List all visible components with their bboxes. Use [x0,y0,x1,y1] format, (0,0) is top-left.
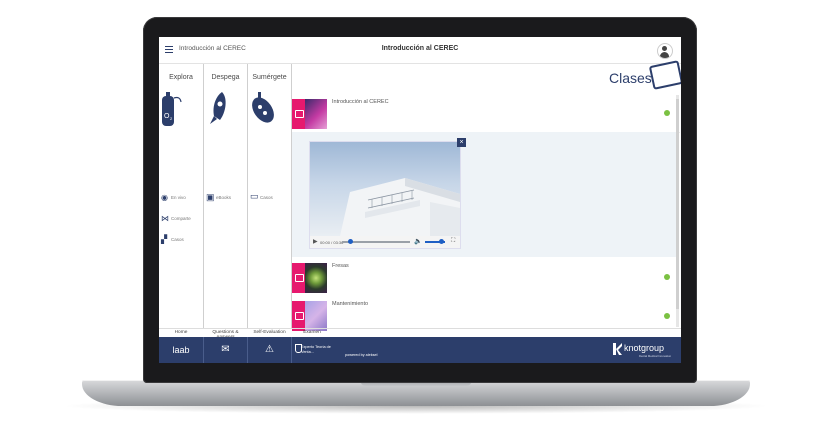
knotgroup-logo-icon [613,343,622,355]
top-bar: Introducción al CEREC Introducción al CE… [159,37,681,64]
school-name-line2: Venta... [301,349,314,354]
column-title-sumergete[interactable]: Sumérgete [248,74,291,81]
scrollbar[interactable] [676,95,679,327]
cases-icon: ▞ [161,235,168,244]
laab-logo: laab [172,345,190,355]
rocket-icon [210,92,226,124]
volume-icon[interactable]: 🔈 [414,237,422,245]
status-dot [664,274,670,280]
lesson-row[interactable]: Mantenimiento [292,296,680,331]
video-lesson-icon [292,99,305,129]
seek-bar[interactable] [342,239,410,245]
seek-knob[interactable] [347,239,353,245]
column-item-comparte[interactable]: Comparte [171,216,191,221]
submarine-icon [252,92,274,123]
tab-examen[interactable]: Examen [292,330,332,335]
lesson-title[interactable]: Fresas [332,263,349,269]
video-player[interactable]: ▶ 00:00 / 03:36 🔈 ⛶ [310,142,460,248]
section-heading: Clases [609,70,652,86]
column-sumergete: Sumérgete ▭ Casos [248,64,292,328]
self-evaluation-button[interactable]: ⚠ [248,337,292,363]
qa-button[interactable]: ✉ [204,337,248,363]
column-item-ebooks[interactable]: eBooks [216,195,231,200]
ebook-icon: ▣ [206,192,215,202]
column-explora: Explora O 2 ◉ En vivo ⋈ Comparte ▞ Casos [159,64,204,328]
app-screen: Introducción al CEREC Introducción al CE… [159,37,681,363]
video-time: 00:00 / 03:36 [320,239,344,245]
user-avatar-icon[interactable] [657,43,673,59]
page-title: Introducción al CEREC [381,45,459,52]
oxygen-tank-icon: O 2 [162,92,182,126]
tab-self-evaluation[interactable]: Self-Evaluation [248,330,291,335]
powered-by: powered by aleksel [345,353,378,357]
video-lesson-icon [292,263,305,293]
play-icon[interactable]: ▶ [313,238,318,245]
column-item-en-vivo[interactable]: En vivo [171,195,186,200]
lesson-row[interactable]: Introducción al CEREC [292,94,680,133]
monitor-icon: ▭ [250,191,259,201]
status-dot [664,110,670,116]
fullscreen-icon[interactable]: ⛶ [451,238,455,245]
volume-knob[interactable] [438,239,444,245]
lesson-title[interactable]: Introducción al CEREC [332,99,389,105]
lesson-thumbnail [305,99,327,129]
lesson-title[interactable]: Mantenimiento [332,301,368,307]
video-controls: ▶ 00:00 / 03:36 🔈 ⛶ [310,236,460,248]
status-dot [664,313,670,319]
bottom-tab-labels: Home Questions & Answers Self-Evaluation… [159,328,681,340]
partner-tagline: Dental Medical Innovation [639,354,672,358]
close-video-button[interactable]: × [457,138,466,147]
envelope-icon: ✉ [221,344,230,355]
tab-home[interactable]: Home [159,330,203,335]
partner-logo: knotgroup [624,343,665,353]
volume-slider[interactable] [425,239,445,245]
home-button[interactable]: laab [159,337,204,363]
lesson-row[interactable]: Fresas [292,258,680,297]
school-name[interactable]: Experto Teoría de Venta... [301,345,331,354]
lesson-thumbnail [305,301,327,331]
video-frame [310,142,460,236]
live-icon: ◉ [161,193,168,202]
monitor-icon [648,60,681,90]
building-image [340,178,460,236]
footer-bar: laab ✉ ⚠ Experto Teoría de Venta... powe… [159,337,681,363]
column-item-casos[interactable]: Casos [171,237,184,242]
lesson-thumbnail [305,263,327,293]
column-despega: Despega ▣ eBooks [204,64,248,328]
video-lesson-icon [292,301,305,331]
column-title-explora[interactable]: Explora [159,74,203,81]
warning-icon: ⚠ [265,344,274,355]
column-item-casos[interactable]: Casos [260,195,273,200]
video-panel: ▶ 00:00 / 03:36 🔈 ⛶ × [292,132,676,257]
column-title-despega[interactable]: Despega [204,74,247,81]
school-name-line1: Experto Teoría de [301,345,331,349]
share-icon: ⋈ [161,214,169,223]
